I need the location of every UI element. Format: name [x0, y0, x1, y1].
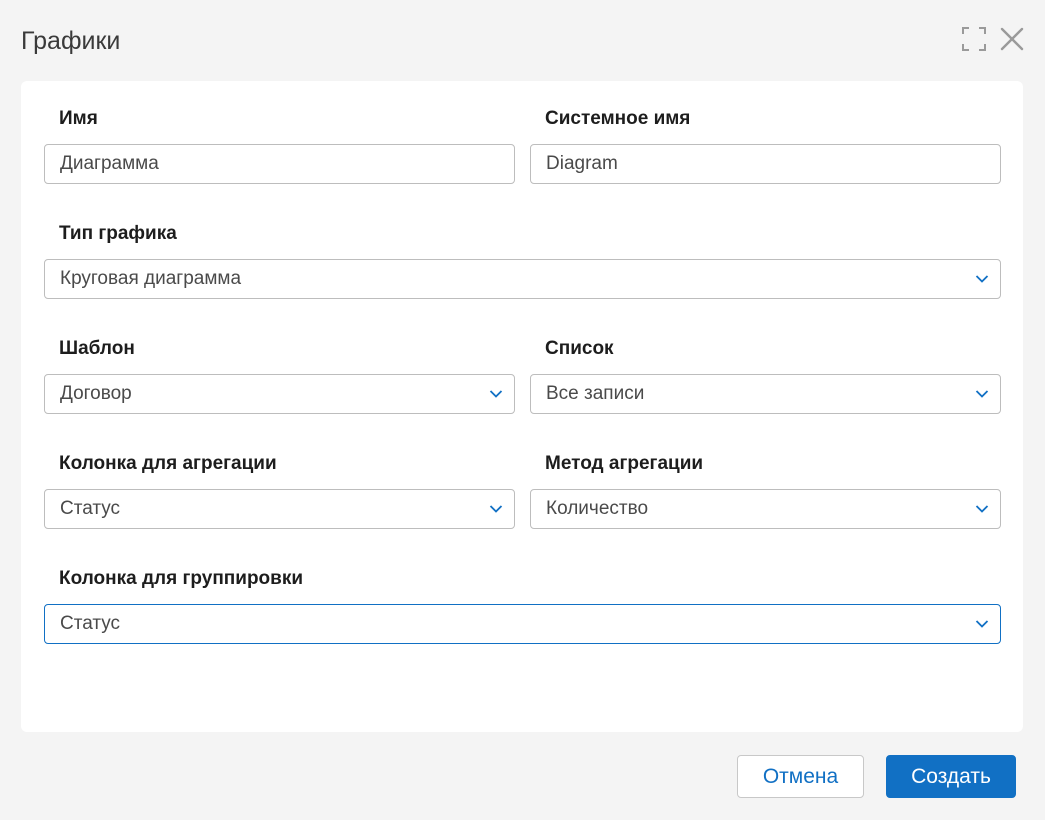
- list-value: Все записи: [546, 383, 645, 404]
- template-select[interactable]: Договор: [44, 374, 515, 414]
- aggregation-method-value: Количество: [546, 498, 649, 519]
- name-input[interactable]: Диаграмма: [44, 144, 515, 184]
- template-label: Шаблон: [59, 338, 135, 359]
- chart-type-value: Круговая диаграмма: [60, 268, 242, 289]
- dialog-header-icons: [961, 26, 1025, 52]
- template-value: Договор: [60, 383, 132, 404]
- chevron-down-icon: [486, 499, 506, 519]
- chevron-down-icon: [972, 499, 992, 519]
- name-label: Имя: [59, 108, 98, 129]
- chevron-down-icon: [972, 269, 992, 289]
- system-name-input[interactable]: Diagram: [530, 144, 1001, 184]
- aggregation-method-label: Метод агрегации: [545, 453, 704, 474]
- cancel-button[interactable]: Отмена: [737, 755, 864, 798]
- expand-icon[interactable]: [961, 26, 987, 52]
- name-value: Диаграмма: [60, 153, 159, 174]
- form-panel: Имя Диаграмма Системное имя Diagram Тип …: [21, 81, 1023, 732]
- list-label: Список: [545, 338, 614, 359]
- grouping-column-value: Статус: [60, 613, 121, 634]
- chevron-down-icon: [972, 614, 992, 634]
- grouping-column-select[interactable]: Статус: [44, 604, 1001, 644]
- chart-type-select[interactable]: Круговая диаграмма: [44, 259, 1001, 299]
- chevron-down-icon: [972, 384, 992, 404]
- aggregation-column-value: Статус: [60, 498, 121, 519]
- create-button[interactable]: Создать: [886, 755, 1016, 798]
- close-icon[interactable]: [999, 26, 1025, 52]
- chevron-down-icon: [486, 384, 506, 404]
- grouping-column-label: Колонка для группировки: [59, 568, 304, 589]
- aggregation-method-select[interactable]: Количество: [530, 489, 1001, 529]
- chart-type-label: Тип графика: [59, 223, 177, 244]
- aggregation-column-select[interactable]: Статус: [44, 489, 515, 529]
- list-select[interactable]: Все записи: [530, 374, 1001, 414]
- charts-dialog: Графики Имя Диаграмма Системное имя Diag…: [0, 0, 1045, 820]
- dialog-title: Графики: [21, 27, 121, 55]
- system-name-label: Системное имя: [545, 108, 691, 129]
- aggregation-column-label: Колонка для агрегации: [59, 453, 277, 474]
- system-name-value: Diagram: [546, 153, 618, 174]
